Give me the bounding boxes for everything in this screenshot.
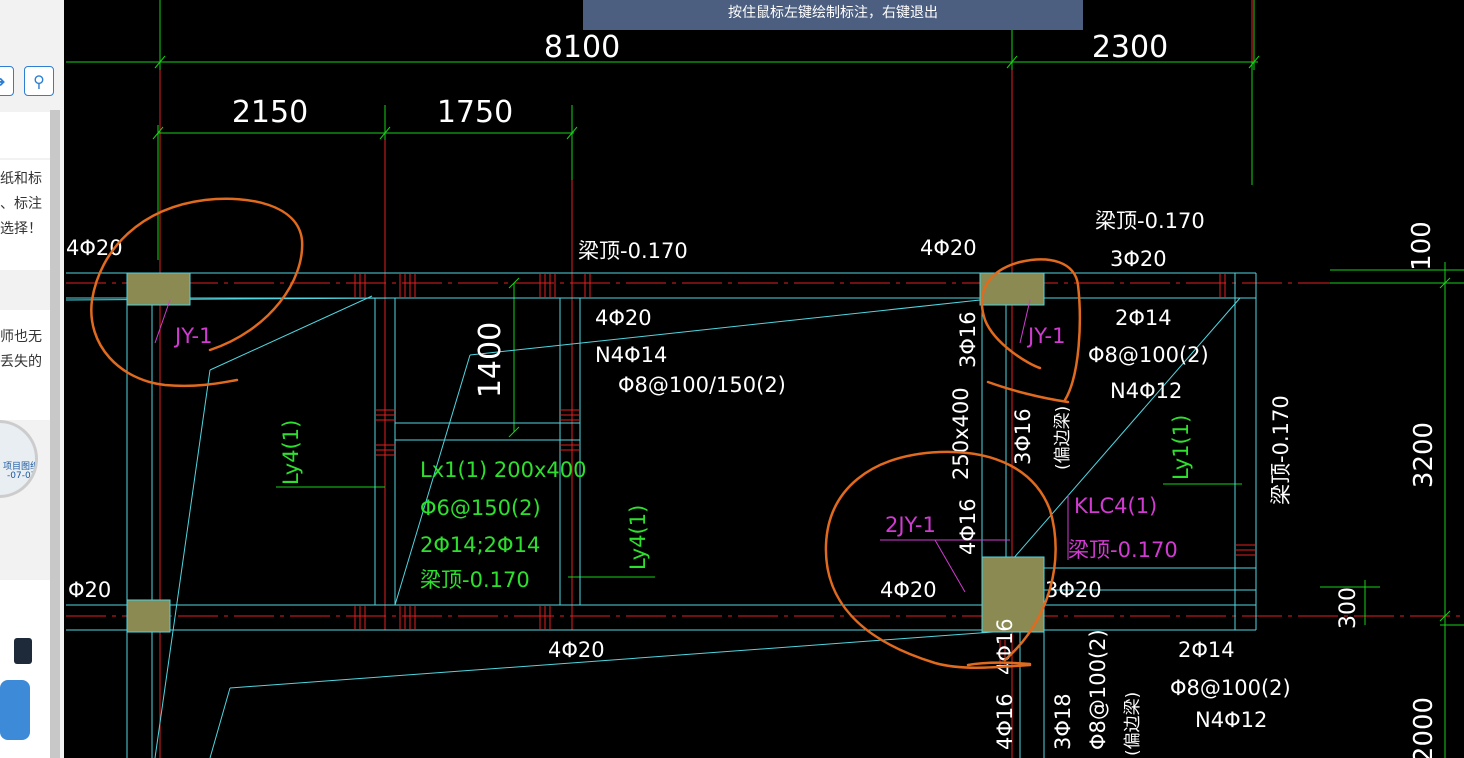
label-stirrup-bottom: Φ8@100(2) bbox=[1170, 676, 1291, 700]
label-2jy1: 2JY-1 bbox=[885, 513, 936, 537]
label-ly1: Ly1(1) bbox=[1169, 415, 1193, 480]
label-n4phi14: N4Φ14 bbox=[595, 343, 667, 367]
arrow-icon[interactable]: ➔ bbox=[0, 66, 14, 96]
label-4phi16-v: 4Φ16 bbox=[956, 498, 980, 555]
cad-drawing-canvas[interactable]: 8100 2300 2150 1750 1400 100 3200 300 20… bbox=[64, 0, 1464, 758]
column-bottom-left[interactable] bbox=[126, 599, 171, 633]
device-icon bbox=[14, 638, 32, 664]
search-icon[interactable]: ⚲ bbox=[24, 66, 54, 96]
label-bianliang-v: (偏边梁) bbox=[1053, 406, 1073, 470]
sidebar-text-line: 丢失的 bbox=[0, 354, 42, 370]
label-liangding-top-right: 梁顶-0.170 bbox=[1095, 209, 1205, 233]
label-lx1-level: 梁顶-0.170 bbox=[420, 568, 530, 592]
sidebar-text-line: 、标注 bbox=[0, 196, 42, 212]
sidebar-text-line: 师也无 bbox=[0, 329, 42, 345]
instruction-banner: 按住鼠标左键绘制标注，右键退出 bbox=[583, 0, 1083, 30]
label-phi8-v: Φ8@100(2) bbox=[1086, 629, 1110, 750]
label-3phi16-v: 3Φ16 bbox=[956, 311, 980, 368]
label-4phi20-mid: 4Φ20 bbox=[595, 306, 652, 330]
label-3phi16-v2: 3Φ16 bbox=[1011, 408, 1035, 465]
annotation-circle-jy1-left bbox=[90, 197, 304, 388]
dim-3200: 3200 bbox=[1409, 422, 1439, 488]
rebar-texts: 4Φ20 梁顶-0.170 4Φ20 梁顶-0.170 3Φ20 4Φ20 N4… bbox=[66, 209, 1293, 756]
label-3phi20-bottom: 3Φ20 bbox=[1045, 578, 1102, 602]
dim-2000: 2000 bbox=[1409, 697, 1439, 758]
label-jy1-left: JY-1 bbox=[173, 324, 212, 348]
sidebar-panel-image bbox=[0, 580, 50, 758]
dim-300: 300 bbox=[1336, 587, 1361, 629]
dim-8100: 8100 bbox=[544, 30, 620, 65]
dim-1750: 1750 bbox=[437, 95, 513, 130]
dim-100: 100 bbox=[1407, 221, 1437, 271]
label-4phi16-v3: 4Φ16 bbox=[993, 693, 1017, 750]
label-lx1-rebar: 2Φ14;2Φ14 bbox=[420, 533, 540, 557]
label-4phi20-bottom: 4Φ20 bbox=[548, 638, 605, 662]
project-thumbnail[interactable]: 项目图纸 -07-07 bbox=[0, 420, 38, 498]
label-stirrup-100-150: Φ8@100/150(2) bbox=[618, 373, 786, 397]
dim-2150: 2150 bbox=[232, 95, 308, 130]
label-2phi14: 2Φ14 bbox=[1115, 306, 1172, 330]
label-klc4-level: 梁顶-0.170 bbox=[1068, 538, 1178, 562]
label-stirrup-100-2: Φ8@100(2) bbox=[1088, 343, 1209, 367]
label-lx1-stirrup: Φ6@150(2) bbox=[420, 496, 541, 520]
label-bianliang-v2: (偏边梁) bbox=[1123, 692, 1143, 756]
column-jy1-left[interactable] bbox=[126, 272, 191, 306]
label-n4phi12-bottom: N4Φ12 bbox=[1195, 708, 1267, 732]
label-lx1-name: Lx1(1) 200x400 bbox=[420, 458, 587, 482]
sidebar-panel-top bbox=[0, 112, 50, 158]
label-3phi20: 3Φ20 bbox=[1110, 247, 1167, 271]
sidebar-scrollbar[interactable] bbox=[50, 110, 60, 758]
label-4phi20-bottom-right: 4Φ20 bbox=[880, 578, 937, 602]
label-2phi14-bottom: 2Φ14 bbox=[1178, 638, 1235, 662]
dim-1400: 1400 bbox=[473, 322, 508, 398]
column-jy1-right[interactable] bbox=[979, 272, 1045, 306]
label-liangding-top: 梁顶-0.170 bbox=[578, 239, 688, 263]
dimension-texts: 8100 2300 2150 1750 1400 100 3200 300 20… bbox=[232, 30, 1439, 758]
annotation-tail-jy1-right bbox=[986, 380, 1070, 404]
label-n4phi12: N4Φ12 bbox=[1110, 379, 1182, 403]
label-ly4-right: Ly4(1) bbox=[626, 505, 650, 570]
label-3phi18-v: 3Φ18 bbox=[1051, 693, 1075, 750]
left-sidebar: ➔ ⚲ 纸和标 、标注 选择！ 师也无 丢失的 项目图纸 -07-07 bbox=[0, 0, 64, 758]
label-phi20-left: Φ20 bbox=[68, 578, 111, 602]
label-liangding-right-v: 梁顶-0.170 bbox=[1269, 395, 1293, 505]
dim-2300: 2300 bbox=[1092, 30, 1168, 65]
sidebar-text-line: 选择！ bbox=[0, 221, 42, 237]
label-250x400-v: 250x400 bbox=[949, 387, 973, 480]
label-ly4-left: Ly4(1) bbox=[279, 420, 303, 485]
label-klc4: KLC4(1) bbox=[1074, 494, 1157, 518]
label-jy1-right: JY-1 bbox=[1026, 324, 1065, 348]
hand-illustration bbox=[0, 680, 30, 740]
thumbnail-date: -07-07 bbox=[7, 471, 37, 481]
sidebar-text-line: 纸和标 bbox=[0, 171, 42, 187]
label-4phi20-right: 4Φ20 bbox=[920, 236, 977, 260]
